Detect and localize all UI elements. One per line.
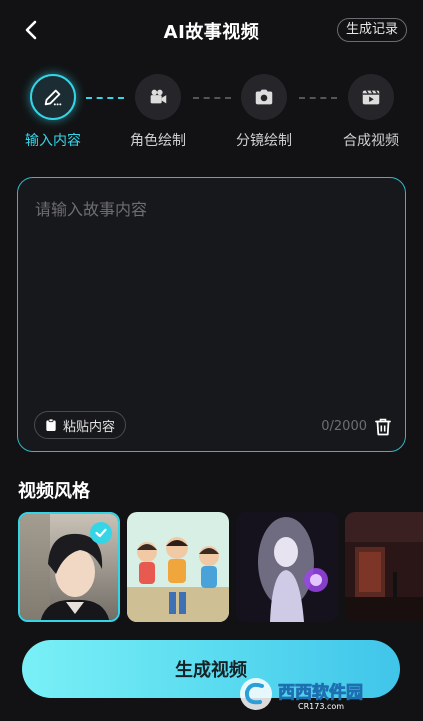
video-camera-icon bbox=[135, 74, 181, 120]
step-compose-video[interactable]: 合成视频 bbox=[331, 72, 411, 150]
dark-horror-scene bbox=[345, 512, 423, 622]
style-thumb-fantasy-purple[interactable] bbox=[236, 512, 338, 622]
step-label: 分镜绘制 bbox=[236, 133, 292, 149]
site-watermark-logo: 西西软件园 CR173.com bbox=[240, 678, 363, 711]
camera-icon bbox=[241, 74, 287, 120]
step-storyboard-drawing[interactable]: 分镜绘制 bbox=[224, 72, 304, 150]
clipboard-icon bbox=[46, 418, 56, 431]
pencil-icon bbox=[30, 74, 76, 120]
step-input-content[interactable]: 输入内容 bbox=[13, 72, 93, 150]
step-label: 合成视频 bbox=[343, 133, 399, 149]
char-counter: 0/2000 bbox=[321, 419, 367, 434]
video-style-list bbox=[18, 512, 423, 622]
selected-check-icon bbox=[90, 522, 112, 544]
step-role-drawing[interactable]: 角色绘制 bbox=[118, 72, 198, 150]
story-input-area[interactable]: 请输入故事内容 粘贴内容 0/2000 bbox=[17, 177, 406, 452]
generation-records-button[interactable]: 生成记录 bbox=[336, 18, 407, 42]
paste-content-button[interactable]: 粘贴内容 bbox=[34, 411, 127, 439]
progress-steps: 输入内容 角色绘制 分镜绘制 合成视频 bbox=[0, 72, 423, 162]
style-thumb-dark-horror[interactable] bbox=[345, 512, 423, 622]
svg-text:CR173.com: CR173.com bbox=[298, 702, 344, 711]
trash-icon[interactable] bbox=[375, 418, 391, 436]
step-label: 角色绘制 bbox=[130, 133, 186, 149]
header: AI故事视频 生成记录 bbox=[0, 0, 423, 60]
story-input-placeholder: 请输入故事内容 bbox=[35, 200, 148, 219]
step-label: 输入内容 bbox=[25, 133, 81, 149]
clapperboard-icon bbox=[348, 74, 394, 120]
svg-text:西西软件园: 西西软件园 bbox=[278, 682, 363, 703]
paste-content-label: 粘贴内容 bbox=[63, 419, 116, 435]
style-thumb-cartoon-children[interactable] bbox=[127, 512, 229, 622]
cartoon-children bbox=[127, 512, 229, 622]
video-style-title: 视频风格 bbox=[18, 481, 90, 502]
fantasy-purple-girl bbox=[236, 512, 338, 622]
style-thumb-anime-male[interactable] bbox=[18, 512, 120, 622]
